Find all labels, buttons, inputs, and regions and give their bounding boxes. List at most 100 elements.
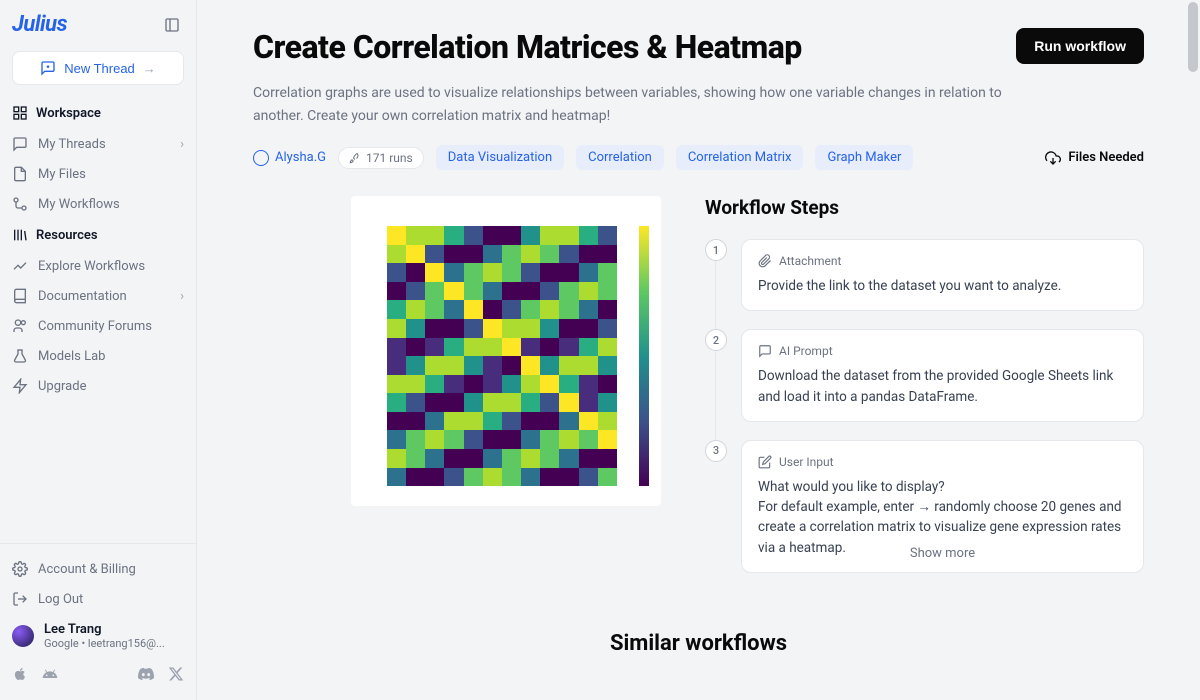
files-needed-button[interactable]: Files Needed [1045, 150, 1144, 166]
step-number: 3 [705, 440, 727, 462]
gear-icon [12, 561, 28, 577]
sidebar-item-logout[interactable]: Log Out [0, 584, 196, 614]
nav-label: Explore Workflows [38, 259, 145, 274]
runs-label: 171 runs [366, 151, 413, 165]
message-icon [12, 136, 28, 152]
workspace-header: Workspace [0, 97, 196, 129]
page-title: Create Correlation Matrices & Heatmap [253, 28, 802, 66]
step-type: Attachment [758, 254, 1127, 268]
nav-label: Models Lab [38, 349, 105, 364]
library-icon [12, 227, 28, 243]
files-needed-label: Files Needed [1068, 150, 1144, 165]
step-type-label: User Input [779, 455, 834, 469]
edit-icon [758, 455, 772, 469]
attachment-icon [758, 254, 772, 268]
sidebar-item-account-billing[interactable]: Account & Billing [0, 554, 196, 584]
resources-header: Resources [0, 219, 196, 251]
sidebar-item-explore-workflows[interactable]: Explore Workflows [0, 251, 196, 281]
tag-chip[interactable]: Graph Maker [815, 145, 913, 170]
page-description: Correlation graphs are used to visualize… [253, 82, 1033, 127]
user-meta: Google • leetrang156@... [44, 637, 165, 650]
download-cloud-icon [1045, 150, 1061, 166]
workflow-preview-image [351, 196, 661, 506]
tag-chip[interactable]: Data Visualization [436, 145, 564, 170]
nav-label: My Threads [38, 137, 106, 152]
tag-chip[interactable]: Correlation Matrix [676, 145, 804, 170]
sidebar: Julius New Thread → Workspace My Threads… [0, 0, 197, 700]
message-icon [758, 344, 772, 358]
avatar [12, 625, 34, 647]
nav-label: My Files [38, 167, 86, 182]
step-type-label: Attachment [779, 254, 841, 268]
tag-chip[interactable]: Correlation [576, 145, 664, 170]
step-card[interactable]: AI Prompt Download the dataset from the … [741, 329, 1144, 422]
user-icon [253, 150, 269, 166]
resources-label: Resources [36, 228, 98, 243]
sidebar-item-my-threads[interactable]: My Threads › [0, 129, 196, 159]
trending-icon [12, 258, 28, 274]
grid-icon [12, 105, 28, 121]
rocket-icon [349, 152, 361, 164]
nav-label: Account & Billing [38, 562, 136, 577]
scrollbar-thumb[interactable] [1188, 2, 1198, 72]
step-number: 2 [705, 329, 727, 351]
step-card[interactable]: Attachment Provide the link to the datas… [741, 239, 1144, 311]
step-type: User Input [758, 455, 1127, 469]
apple-icon[interactable] [12, 666, 28, 682]
run-workflow-button[interactable]: Run workflow [1016, 28, 1144, 64]
android-icon[interactable] [42, 666, 58, 682]
workflow-step: 2 AI Prompt Download the dataset from th… [705, 329, 1144, 422]
users-icon [12, 318, 28, 334]
scrollbar[interactable] [1186, 0, 1200, 700]
meta-row: Alysha.G 171 runs Data Visualization Cor… [253, 145, 1144, 170]
nav-label: Community Forums [38, 319, 152, 334]
step-text: Provide the link to the dataset you want… [758, 276, 1127, 296]
workflow-step: 1 Attachment Provide the link to the dat… [705, 239, 1144, 311]
author-chip[interactable]: Alysha.G [253, 150, 326, 166]
similar-workflows-heading: Similar workflows [253, 631, 1144, 656]
file-icon [12, 166, 28, 182]
x-icon[interactable] [168, 666, 184, 682]
sidebar-item-community-forums[interactable]: Community Forums [0, 311, 196, 341]
logout-icon [12, 591, 28, 607]
discord-icon[interactable] [138, 666, 154, 682]
step-type-label: AI Prompt [779, 344, 833, 358]
workspace-label: Workspace [36, 106, 101, 121]
show-more-button[interactable]: Show more [900, 543, 985, 564]
sidebar-item-upgrade[interactable]: Upgrade [0, 371, 196, 401]
book-icon [12, 288, 28, 304]
user-name: Lee Trang [44, 622, 165, 637]
sidebar-item-my-files[interactable]: My Files [0, 159, 196, 189]
author-name: Alysha.G [275, 150, 326, 165]
step-card[interactable]: User Input What would you like to displa… [741, 440, 1144, 573]
arrow-right-icon: → [143, 61, 156, 76]
logo[interactable]: Julius [12, 12, 67, 37]
sidebar-item-models-lab[interactable]: Models Lab [0, 341, 196, 371]
runs-chip: 171 runs [338, 147, 424, 169]
nav-label: Documentation [38, 289, 127, 304]
zap-icon [12, 378, 28, 394]
sidebar-item-documentation[interactable]: Documentation › [0, 281, 196, 311]
nav-label: Upgrade [38, 379, 86, 394]
message-plus-icon [40, 60, 56, 76]
chevron-right-icon: › [180, 289, 184, 304]
footer-icons [0, 658, 196, 690]
main-content: Create Correlation Matrices & Heatmap Ru… [197, 0, 1200, 700]
step-type: AI Prompt [758, 344, 1127, 358]
new-thread-button[interactable]: New Thread → [12, 51, 184, 85]
step-text: Download the dataset from the provided G… [758, 366, 1127, 407]
new-thread-label: New Thread [64, 61, 135, 76]
nav-label: Log Out [38, 592, 83, 607]
heatmap-chart [387, 226, 617, 486]
step-number: 1 [705, 239, 727, 261]
nav-label: My Workflows [38, 197, 120, 212]
chevron-right-icon: › [180, 137, 184, 152]
workflow-step: 3 User Input What would you like to disp… [705, 440, 1144, 573]
workflow-icon [12, 196, 28, 212]
workflow-steps-heading: Workflow Steps [705, 196, 1144, 219]
user-block[interactable]: Lee Trang Google • leetrang156@... [0, 614, 196, 658]
sidebar-item-my-workflows[interactable]: My Workflows [0, 189, 196, 219]
collapse-sidebar-icon[interactable] [160, 13, 184, 37]
flask-icon [12, 348, 28, 364]
colorbar [639, 226, 649, 486]
